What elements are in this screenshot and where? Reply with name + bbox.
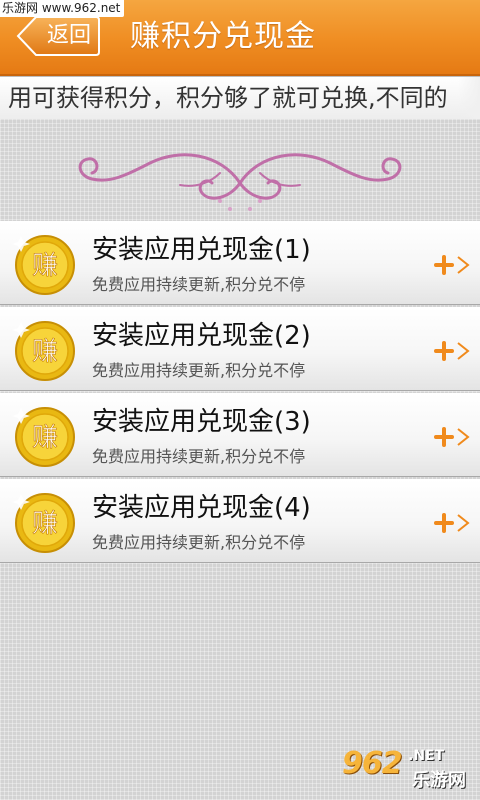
coin-char: 赚 <box>32 423 58 453</box>
item-subtitle: 免费应用持续更新,积分兑不停 <box>92 361 306 380</box>
back-button[interactable]: 返回 <box>16 16 100 56</box>
back-button-label: 返回 <box>46 23 91 48</box>
list-item[interactable]: 赚 安装应用兑现金(3) 免费应用持续更新,积分兑不停 <box>0 393 480 477</box>
content-area: 赚 安装应用兑现金(1) 免费应用持续更新,积分兑不停 赚 安装应用兑现金(2)… <box>0 119 480 800</box>
item-title: 安装应用兑现金(1) <box>92 235 311 265</box>
gold-coin-icon: 赚 <box>12 321 75 381</box>
watermark-top: 乐游网 www.962.net <box>0 0 125 17</box>
gold-coin-icon: 赚 <box>12 235 75 295</box>
coin-char: 赚 <box>32 251 58 281</box>
marquee-text: 用可获得积分，积分够了就可兑换,不同的 <box>8 84 448 112</box>
page-title: 赚积分兑现金 <box>130 19 316 54</box>
plus-chevron-icon[interactable] <box>434 425 474 449</box>
item-subtitle: 免费应用持续更新,积分兑不停 <box>92 275 306 294</box>
coin-char: 赚 <box>32 509 58 539</box>
plus-chevron-icon[interactable] <box>434 253 474 277</box>
gold-coin-icon: 赚 <box>12 407 75 467</box>
gold-coin-icon: 赚 <box>12 493 75 553</box>
task-list: 赚 安装应用兑现金(1) 免费应用持续更新,积分兑不停 赚 安装应用兑现金(2)… <box>0 221 480 565</box>
marquee-fade <box>458 77 480 119</box>
watermark-logo: 962 .NET 乐游网 <box>342 746 474 792</box>
logo-cn: 乐游网 <box>412 770 466 791</box>
plus-chevron-icon[interactable] <box>434 511 474 535</box>
marquee-bar: 用可获得积分，积分够了就可兑换,不同的 <box>0 76 480 120</box>
logo-number: 962 <box>342 746 403 781</box>
coin-char: 赚 <box>32 337 58 367</box>
logo-net: .NET <box>408 748 445 764</box>
item-title: 安装应用兑现金(4) <box>92 493 311 523</box>
item-title: 安装应用兑现金(3) <box>92 407 311 437</box>
list-item[interactable]: 赚 安装应用兑现金(1) 免费应用持续更新,积分兑不停 <box>0 221 480 305</box>
plus-chevron-icon[interactable] <box>434 339 474 363</box>
item-title: 安装应用兑现金(2) <box>92 321 311 351</box>
list-item[interactable]: 赚 安装应用兑现金(2) 免费应用持续更新,积分兑不停 <box>0 307 480 391</box>
decorative-scroll-icon <box>78 153 402 211</box>
list-item[interactable]: 赚 安装应用兑现金(4) 免费应用持续更新,积分兑不停 <box>0 479 480 563</box>
item-subtitle: 免费应用持续更新,积分兑不停 <box>92 533 306 552</box>
item-subtitle: 免费应用持续更新,积分兑不停 <box>92 447 306 466</box>
